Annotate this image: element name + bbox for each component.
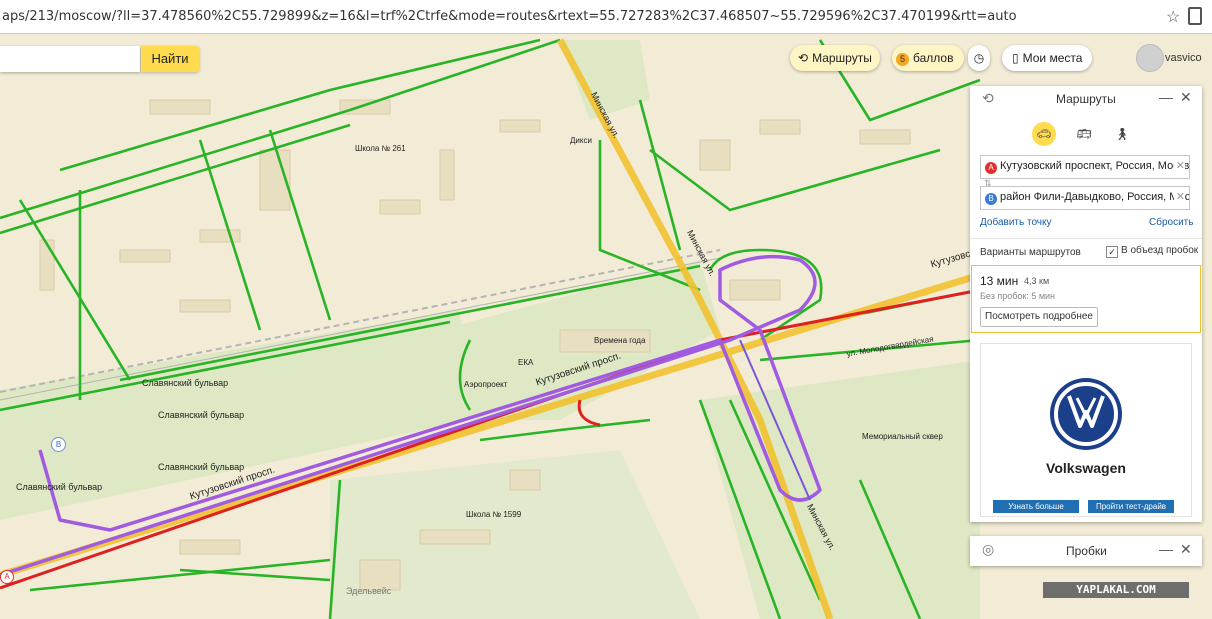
route-variant-card[interactable]: 13 мин 4,3 км Без пробок: 5 мин Посмотре… — [971, 265, 1201, 333]
clear-point-a-icon[interactable]: ✕ — [1173, 156, 1185, 176]
points-button[interactable]: 5 баллов — [892, 45, 964, 71]
map-label-edelveis: Эдельвейс — [346, 586, 392, 596]
my-places-label: Мои места — [1022, 51, 1083, 65]
bookmark-icon: ▯ — [1012, 51, 1019, 65]
traffic-panel[interactable]: ◎ Пробки — ✕ — [970, 536, 1202, 566]
route-time: 13 мин — [980, 274, 1019, 288]
routes-button[interactable]: ⟲ Маршруты — [790, 45, 880, 71]
map-label-metro-1: Славянский бульвар — [142, 378, 229, 388]
routes-label: Маршруты — [812, 51, 872, 65]
map-label-school-261: Школа № 261 — [355, 144, 406, 153]
traffic-icon: ◎ — [982, 541, 995, 557]
vw-logo-icon — [1050, 378, 1122, 450]
clock-icon: ◷ — [973, 51, 985, 65]
clear-point-b-icon[interactable]: ✕ — [1173, 187, 1185, 207]
ad-test-drive-button[interactable]: Пройти тест-драйв — [1088, 500, 1174, 513]
routes-panel-title: Маршруты — [1056, 92, 1116, 106]
point-b-text: район Фили-Давыдково, Россия, Москва — [1000, 191, 1190, 203]
route-icon: ⟲ — [982, 90, 994, 106]
minimize-icon[interactable]: — — [1159, 541, 1173, 557]
map-label-metro-4: Славянский бульвар — [16, 482, 103, 492]
route-no-traffic-time: Без пробок: 5 мин — [980, 291, 1056, 301]
route-icon: ⟲ — [798, 51, 809, 65]
point-b-badge: B — [985, 193, 997, 205]
close-icon[interactable]: ✕ — [1180, 89, 1192, 106]
route-distance: 4,3 км — [1024, 276, 1050, 286]
map-label-metro-3: Славянский бульвар — [158, 462, 245, 472]
advertisement-banner[interactable]: Volkswagen Узнать больше Пройти тест-дра… — [980, 343, 1192, 517]
map-label-dixy: Дикси — [570, 136, 592, 145]
history-button[interactable]: ◷ — [968, 45, 990, 71]
map-label-vremena-goda: Времена года — [594, 336, 646, 345]
avoid-traffic-checkbox[interactable]: ✓ В объезд пробок — [1106, 245, 1198, 258]
clipboard-icon[interactable] — [1188, 7, 1202, 25]
avatar[interactable] — [1136, 44, 1164, 72]
route-point-a-field[interactable]: A Кутузовский проспект, Россия, Москва ✕ — [980, 155, 1190, 179]
route-point-b-field[interactable]: Bрайон Фили-Давыдково, Россия, Москва ✕ — [980, 186, 1190, 210]
route-marker-b[interactable]: B — [51, 437, 66, 452]
avoid-traffic-label: В объезд пробок — [1121, 245, 1199, 256]
car-mode-icon[interactable]: 🚗︎ — [1032, 122, 1056, 146]
walk-mode-icon[interactable]: 🚶︎ — [1110, 122, 1134, 146]
watermark: YAPLAKAL.COM — [1043, 582, 1189, 598]
route-variants-label: Варианты маршрутов — [980, 247, 1081, 258]
map-label-metro-2: Славянский бульвар — [158, 410, 245, 420]
divider — [970, 238, 1202, 239]
my-places-button[interactable]: ▯ Мои места — [1002, 45, 1092, 71]
point-a-text: Кутузовский проспект, Россия, Москва — [1000, 160, 1190, 172]
details-button[interactable]: Посмотреть подробнее — [980, 307, 1098, 327]
checkbox-icon[interactable]: ✓ — [1106, 246, 1118, 258]
map-label-memorial: Мемориальный сквер — [862, 432, 943, 441]
minimize-icon[interactable]: — — [1159, 89, 1173, 105]
url-text[interactable]: aps/213/moscow/?ll=37.478560%2C55.729899… — [2, 9, 1017, 24]
transport-mode-tabs: 🚗︎ 🚌︎ 🚶︎ — [970, 122, 1202, 148]
routes-panel: ⟲ Маршруты — ✕ 🚗︎ 🚌︎ 🚶︎ A Кутузовский про… — [970, 86, 1202, 522]
reset-link[interactable]: Сбросить — [1149, 217, 1193, 228]
ad-learn-more-button[interactable]: Узнать больше — [993, 500, 1079, 513]
ad-brand: Volkswagen — [1046, 460, 1126, 476]
find-button[interactable]: Найти — [141, 46, 199, 72]
bus-mode-icon[interactable]: 🚌︎ — [1072, 122, 1096, 146]
username: vasvico — [1165, 52, 1202, 64]
browser-address-bar[interactable]: aps/213/moscow/?ll=37.478560%2C55.729899… — [0, 0, 1212, 34]
points-badge: 5 — [896, 53, 909, 66]
point-a-badge: A — [985, 162, 997, 174]
map-label-school-1599: Школа № 1599 — [466, 510, 522, 519]
points-label: баллов — [913, 51, 954, 65]
route-marker-a[interactable]: A — [0, 570, 14, 584]
star-icon[interactable]: ☆ — [1166, 7, 1180, 27]
search-input[interactable] — [0, 46, 140, 72]
traffic-panel-title: Пробки — [1066, 544, 1107, 558]
routes-panel-header: ⟲ Маршруты — ✕ — [970, 86, 1202, 112]
close-icon[interactable]: ✕ — [1180, 541, 1192, 558]
map-label-aeroproekt: Аэропроект — [464, 380, 508, 389]
add-point-link[interactable]: Добавить точку — [980, 217, 1051, 228]
map-label-eka: ЕКА — [518, 358, 534, 367]
